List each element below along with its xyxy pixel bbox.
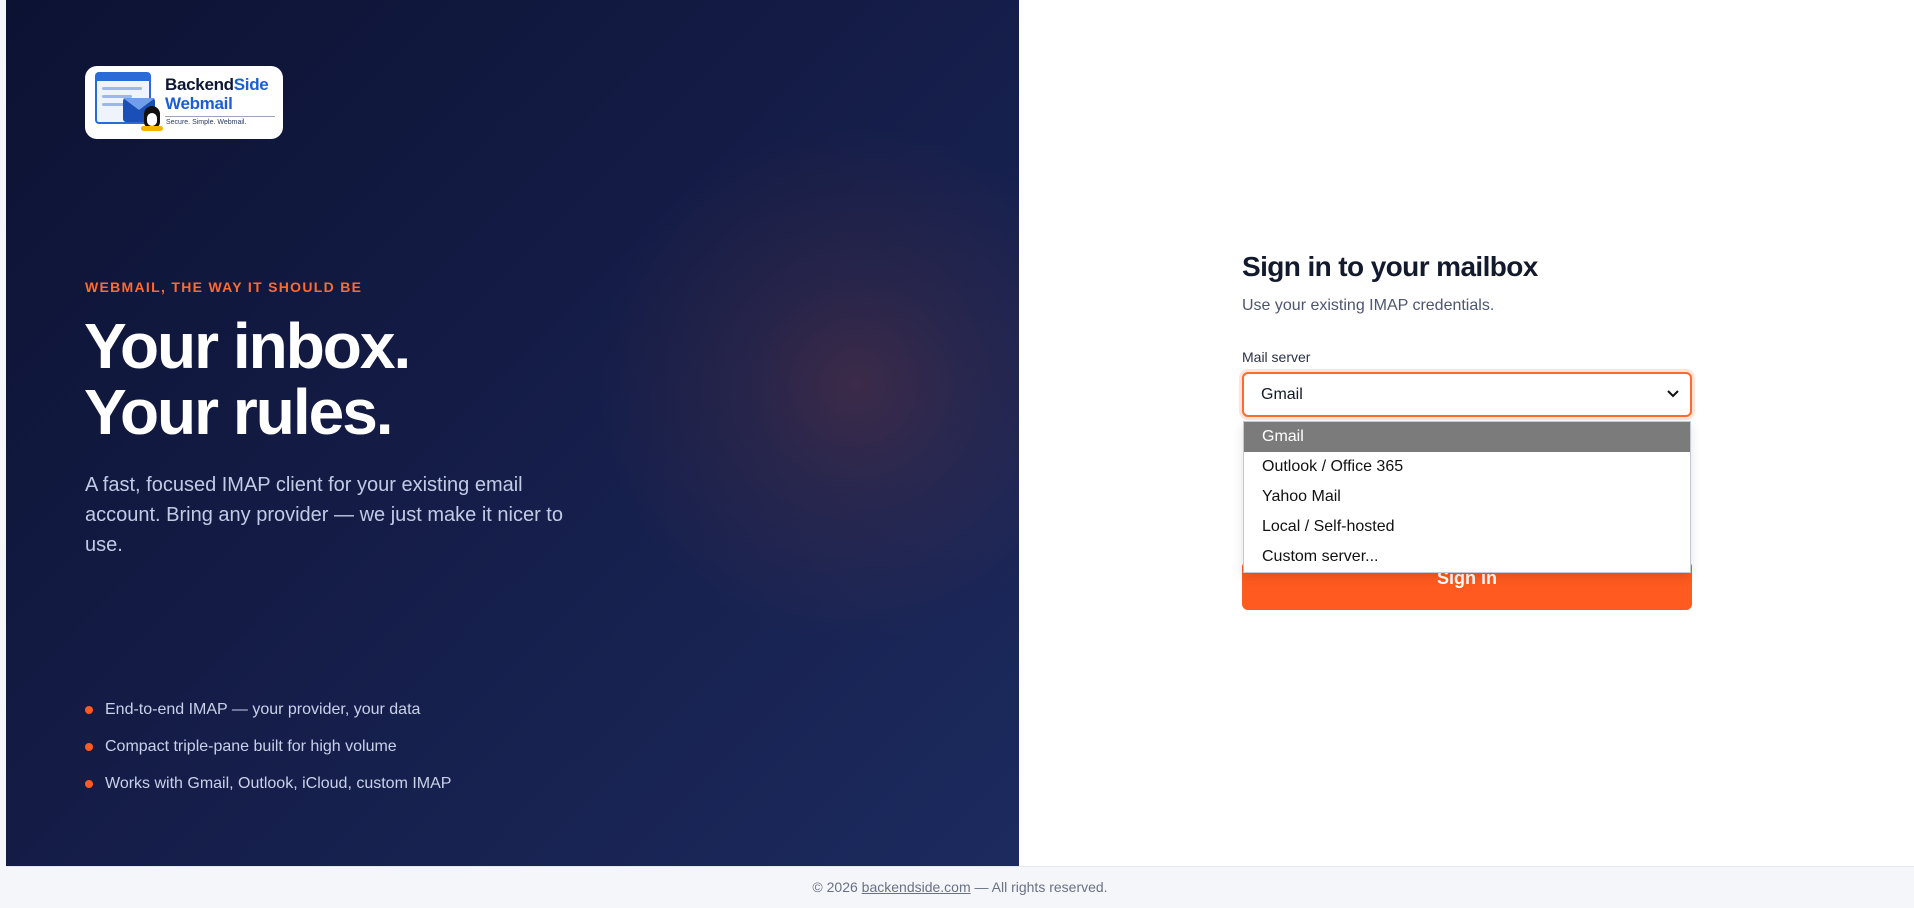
footer-site-link[interactable]: backendside.com	[862, 879, 971, 895]
hero-description: A fast, focused IMAP client for your exi…	[85, 474, 563, 556]
headline-line-1: Your inbox.	[84, 310, 411, 382]
mail-server-label: Mail server	[1242, 349, 1311, 365]
feature-list: End-to-end IMAP — your provider, your da…	[85, 699, 451, 810]
feature-item: Compact triple-pane built for high volum…	[85, 736, 451, 773]
footer-rights: — All rights reserved.	[970, 879, 1108, 895]
login-page: BackendSide Webmail Secure. Simple. Webm…	[6, 0, 1914, 907]
bullet-icon	[85, 743, 93, 751]
logo-tagline: Secure. Simple. Webmail.	[166, 119, 247, 126]
chevron-down-icon	[1662, 381, 1684, 407]
footer: © 2026 backendside.com — All rights rese…	[6, 866, 1914, 907]
form-title: Sign in to your mailbox	[1242, 251, 1538, 282]
hero-headline: Your inbox. Your rules.	[84, 310, 411, 448]
signin-panel: Sign in to your mailbox Use your existin…	[1019, 0, 1914, 866]
selected-server: Gmail	[1261, 386, 1303, 403]
feature-item: End-to-end IMAP — your provider, your da…	[85, 699, 451, 736]
footer-copyright: © 2026	[812, 879, 862, 895]
hero-panel: BackendSide Webmail Secure. Simple. Webm…	[6, 0, 1019, 866]
signin-form: Sign in to your mailbox Use your existin…	[1242, 251, 1692, 610]
option-outlook[interactable]: Outlook / Office 365	[1244, 452, 1690, 482]
option-custom[interactable]: Custom server...	[1244, 542, 1690, 572]
bullet-icon	[85, 706, 93, 714]
form-subtitle: Use your existing IMAP credentials.	[1242, 297, 1495, 314]
mail-server-dropdown: Gmail Outlook / Office 365 Yahoo Mail Lo…	[1243, 421, 1691, 573]
brand-logo: BackendSide Webmail Secure. Simple. Webm…	[85, 66, 283, 139]
hero-eyebrow: WEBMAIL, THE WAY IT SHOULD BE	[85, 279, 363, 295]
bullet-icon	[85, 780, 93, 788]
option-yahoo[interactable]: Yahoo Mail	[1244, 482, 1690, 512]
logo-product-name: Webmail	[165, 94, 233, 113]
headline-line-2: Your rules.	[84, 376, 394, 448]
option-gmail[interactable]: Gmail	[1244, 422, 1690, 452]
mail-server-select[interactable]: Gmail	[1242, 372, 1692, 417]
option-local[interactable]: Local / Self-hosted	[1244, 512, 1690, 542]
logo-brand-name: BackendSide	[165, 75, 269, 94]
penguin-icon	[144, 106, 160, 128]
feature-item: Works with Gmail, Outlook, iCloud, custo…	[85, 773, 451, 810]
